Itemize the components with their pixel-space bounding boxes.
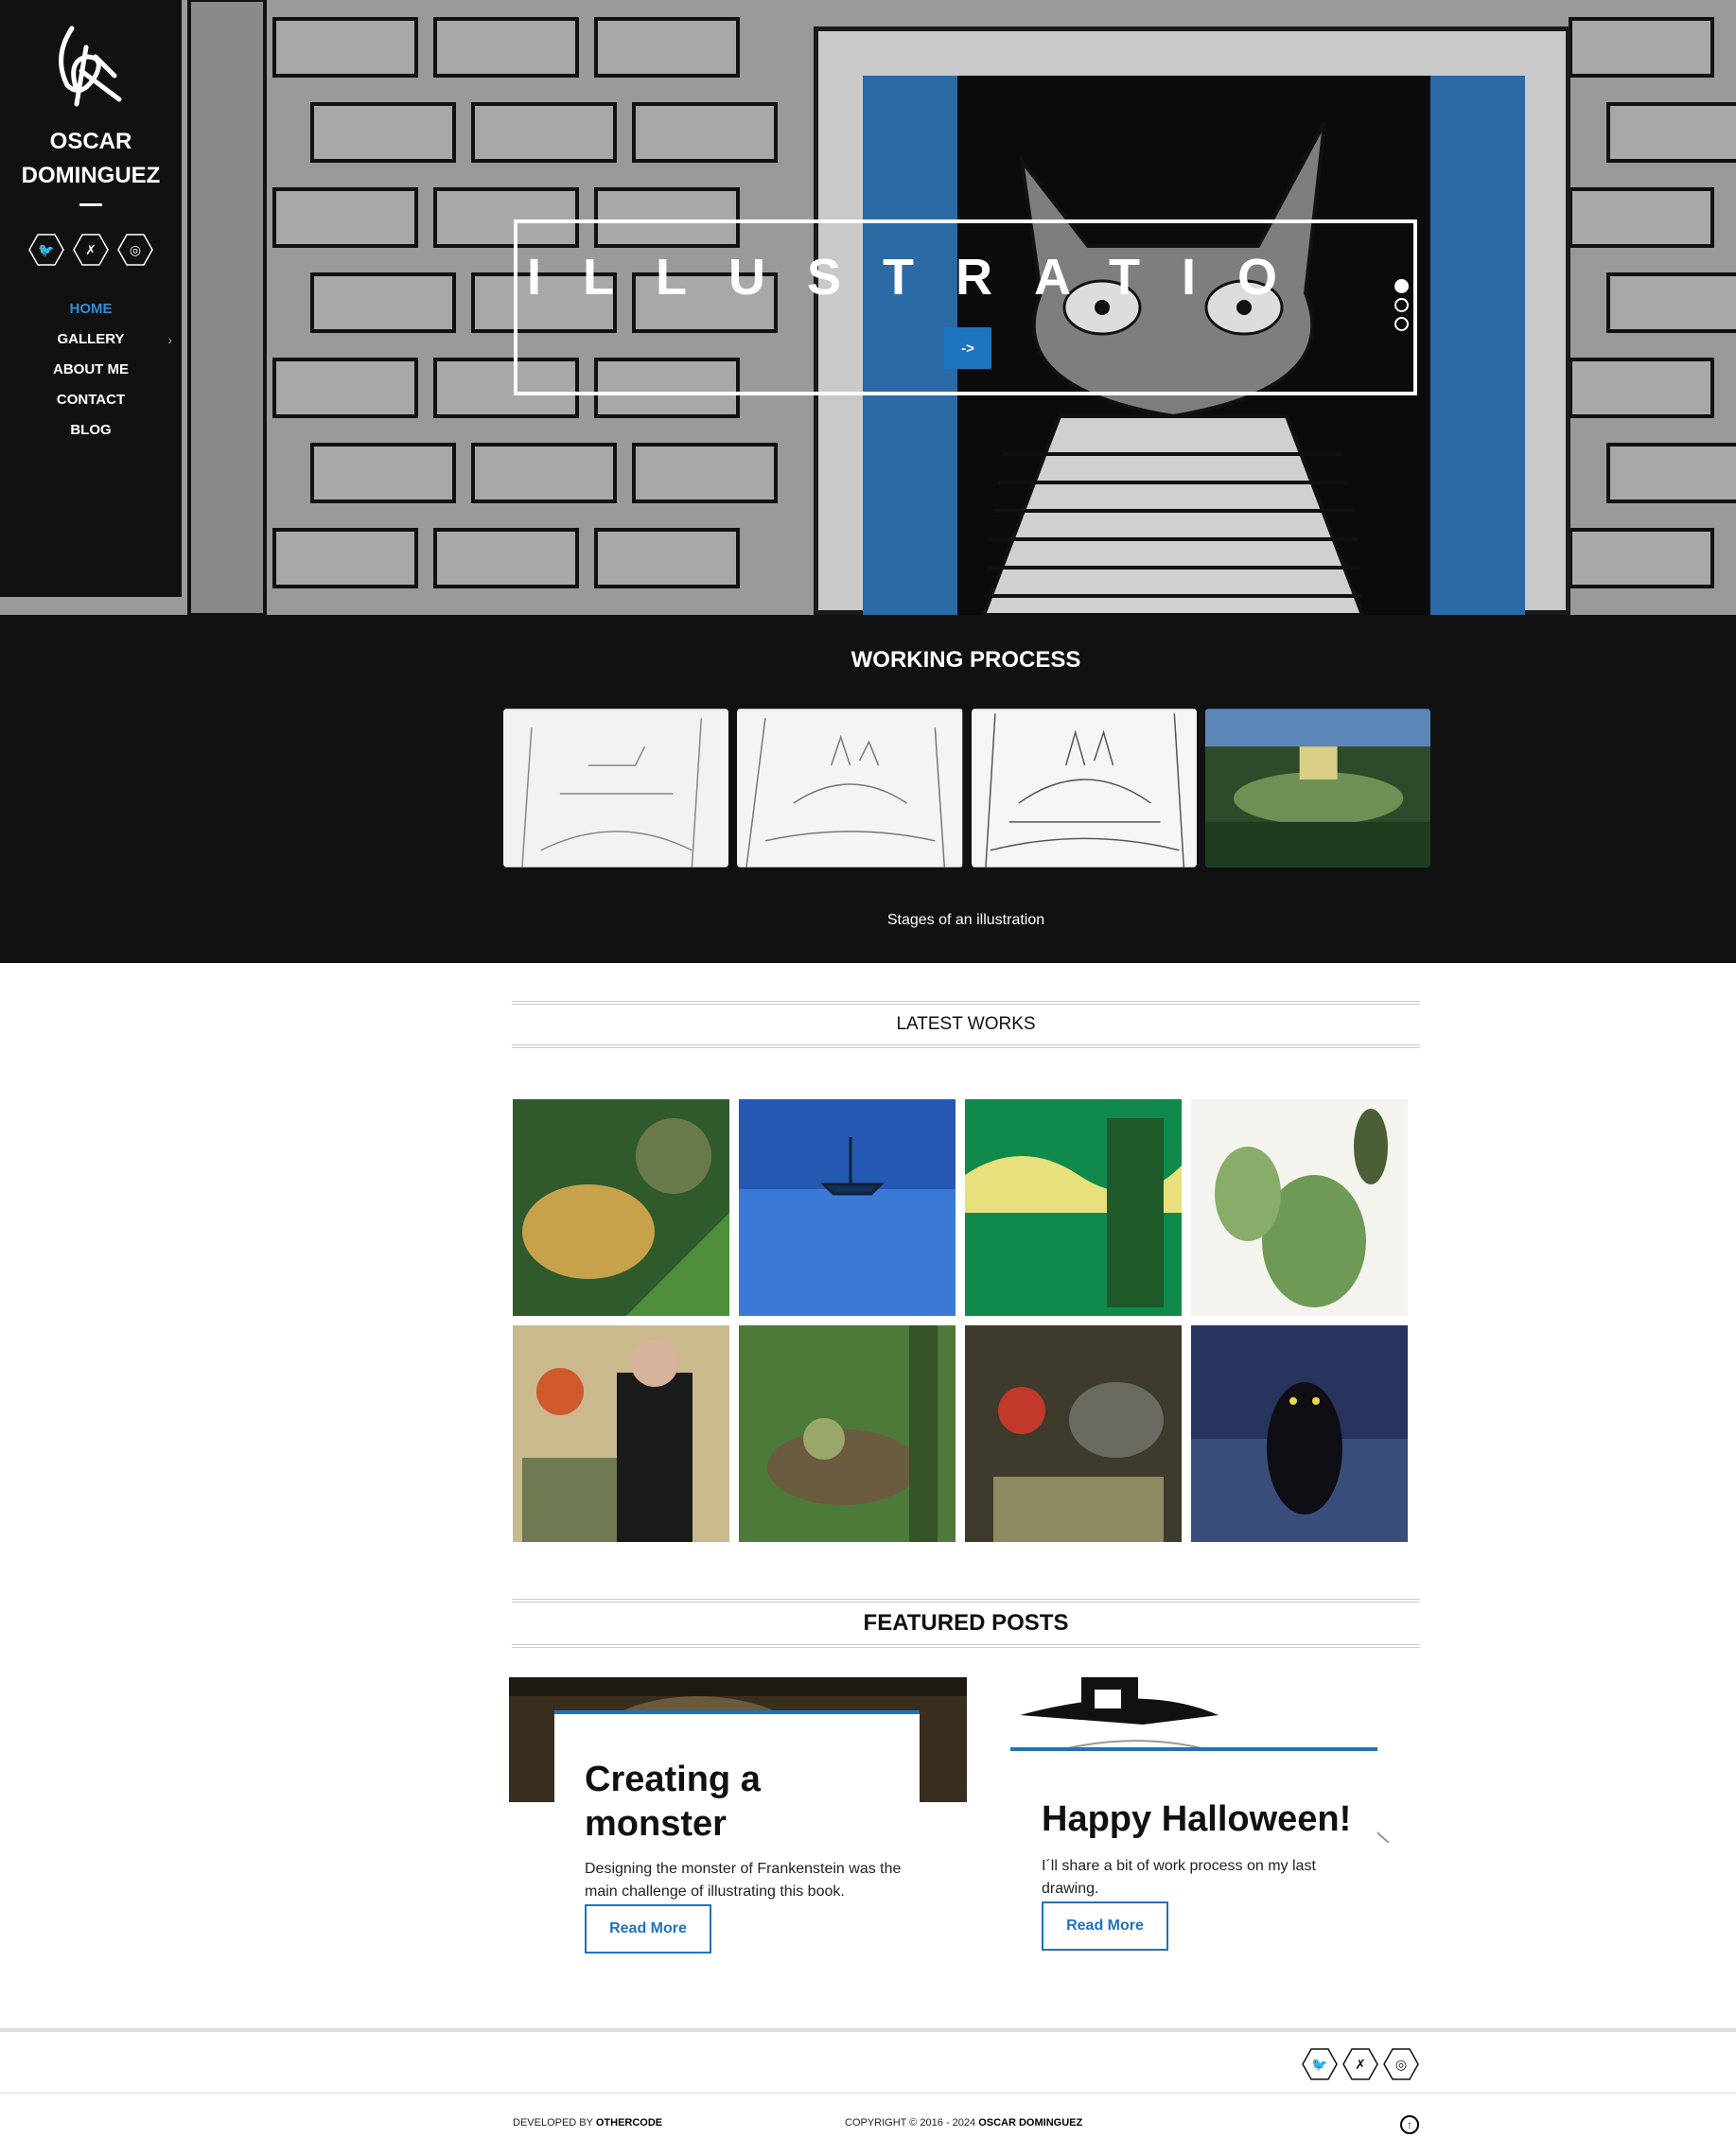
footer-deviantart-link[interactable]: ✗ [1342, 2047, 1378, 2081]
gallery-item-pepper-plant[interactable] [1191, 1099, 1408, 1316]
nav-item-blog[interactable]: BLOG [0, 418, 182, 448]
latest-works-header: LATEST WORKS [512, 1001, 1420, 1048]
featured-posts-header: FEATURED POSTS [512, 1599, 1420, 1648]
site-name[interactable]: OSCAR DOMINGUEZ [0, 125, 182, 193]
hero-slider: ILLUSTRATIO -> [0, 0, 1736, 615]
hero-caption-box: ILLUSTRATIO -> [514, 219, 1417, 395]
footer-bottom-divider [0, 2093, 1736, 2094]
latest-works-gallery [513, 1099, 1412, 1542]
hero-title: ILLUSTRATIO [527, 249, 1319, 306]
deviantart-icon: ✗ [85, 241, 96, 257]
deviantart-link[interactable]: ✗ [73, 233, 109, 267]
signature-logo[interactable] [44, 19, 138, 114]
twitter-icon: 🐦 [1311, 2056, 1328, 2072]
process-thumbnails [503, 709, 1430, 867]
gallery-item-witch-forest[interactable] [739, 1325, 956, 1542]
gallery-item-jaguar[interactable] [513, 1099, 729, 1316]
back-to-top-icon[interactable]: ↑ [1400, 2115, 1419, 2134]
slider-dots [1394, 279, 1410, 336]
nav-item-about-me[interactable]: ABOUT ME [0, 358, 182, 388]
gallery-item-lady[interactable] [513, 1325, 729, 1542]
gallery-item-black-cat-night[interactable] [1191, 1325, 1408, 1542]
working-process-caption: Stages of an illustration [886, 912, 1045, 928]
process-thumb-sketch-3[interactable] [971, 709, 1197, 867]
footer-divider [0, 2028, 1736, 2032]
copyright-owner: OSCAR DOMINGUEZ [978, 2117, 1083, 2129]
card-accent-bar [554, 1710, 920, 1714]
featured-post-2-read-more-button[interactable]: Read More [1042, 1901, 1168, 1951]
featured-post-1-title[interactable]: Creating a monster [585, 1758, 812, 1847]
featured-post-2-title[interactable]: Happy Halloween! [1042, 1797, 1401, 1842]
main-nav: HOME GALLERY › ABOUT ME CONTACT BLOG [0, 297, 182, 448]
featured-post-2-excerpt: I´ll share a bit of work process on my l… [1042, 1858, 1316, 1897]
slider-dot-3[interactable] [1394, 317, 1409, 331]
nav-item-gallery[interactable]: GALLERY › [0, 327, 182, 358]
nav-item-contact[interactable]: CONTACT [0, 388, 182, 418]
hero-next-button[interactable]: -> [944, 327, 991, 369]
sidebar: OSCAR DOMINGUEZ 🐦 ✗ ◎ HOME GALLERY › ABOU… [0, 0, 182, 597]
working-process-title: WORKING PROCESS [850, 647, 1081, 673]
working-process-section: WORKING PROCESS Stages of an illustratio… [0, 615, 1736, 963]
instagram-icon: ◎ [1394, 2056, 1408, 2072]
section-divider [512, 1644, 1420, 1648]
developer-link[interactable]: OTHERCODE [596, 2117, 662, 2129]
section-divider [512, 1044, 1420, 1048]
process-thumb-sketch-1[interactable] [503, 709, 729, 867]
process-thumb-sketch-2[interactable] [737, 709, 963, 867]
instagram-link[interactable]: ◎ [117, 233, 153, 267]
featured-posts-title: FEATURED POSTS [863, 1610, 1069, 1636]
gallery-item-ship[interactable] [739, 1099, 956, 1316]
process-thumb-final-color[interactable] [1204, 709, 1430, 867]
sidebar-social-links: 🐦 ✗ ◎ [28, 233, 153, 271]
developed-by: DEVELOPED BY OTHERCODE [513, 2117, 663, 2129]
twitter-link[interactable]: 🐦 [28, 233, 64, 267]
chevron-right-icon[interactable]: › [167, 327, 172, 352]
instagram-icon: ◎ [129, 241, 142, 257]
latest-works-title: LATEST WORKS [896, 1014, 1036, 1034]
slider-dot-1[interactable] [1394, 279, 1409, 293]
copyright: COPYRIGHT © 2016 - 2024 OSCAR DOMINGUEZ [845, 2117, 1083, 2129]
site-name-divider [79, 203, 102, 206]
gallery-item-red-riding-hood[interactable] [965, 1325, 1182, 1542]
footer-social-links: 🐦 ✗ ◎ [1302, 2047, 1419, 2085]
twitter-icon: 🐦 [38, 241, 55, 257]
slider-dot-2[interactable] [1394, 298, 1409, 312]
featured-post-1-excerpt: Designing the monster of Frankenstein wa… [585, 1861, 902, 1900]
nav-item-home[interactable]: HOME [0, 297, 182, 327]
deviantart-icon: ✗ [1355, 2056, 1366, 2072]
gallery-item-book-cover[interactable] [965, 1099, 1182, 1316]
featured-post-1-read-more-button[interactable]: Read More [585, 1904, 711, 1954]
footer-instagram-link[interactable]: ◎ [1383, 2047, 1419, 2081]
footer-twitter-link[interactable]: 🐦 [1302, 2047, 1338, 2081]
card-accent-bar [1010, 1747, 1377, 1751]
